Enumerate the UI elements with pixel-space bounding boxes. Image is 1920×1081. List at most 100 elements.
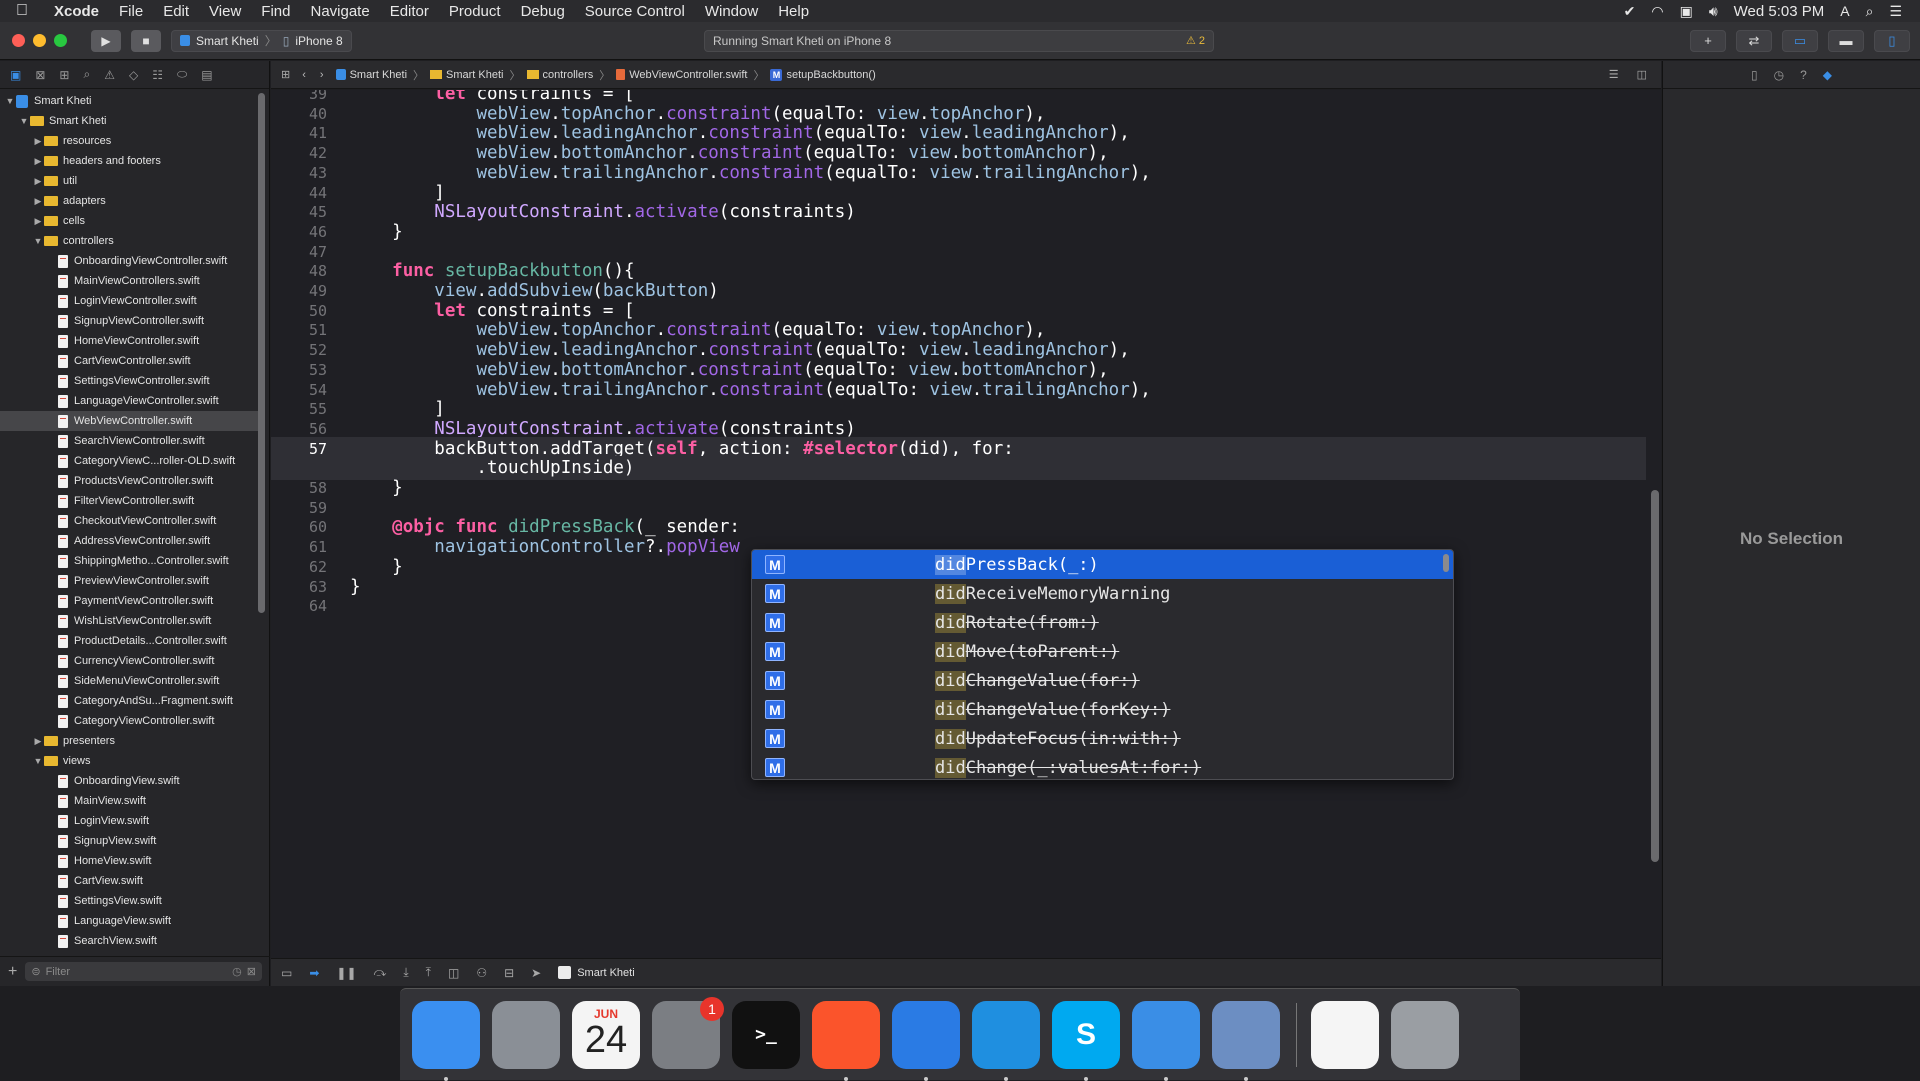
back-arrow-icon[interactable]: ‹ xyxy=(302,69,306,81)
history-inspector-icon[interactable]: ◷ xyxy=(1774,68,1784,82)
step-out-icon[interactable]: ⤒ xyxy=(426,965,431,980)
dock-app-terminal[interactable]: >_ xyxy=(732,1000,800,1069)
completion-item[interactable]: MdidPressBack(_:) xyxy=(752,550,1453,579)
wifi-icon[interactable]: ◠ xyxy=(1651,3,1663,20)
line-number[interactable]: 53 xyxy=(271,361,327,379)
code-review-button[interactable]: ⇄ xyxy=(1736,29,1772,52)
line-number[interactable]: 63 xyxy=(271,578,327,596)
quick-help-icon[interactable]: ? xyxy=(1800,68,1807,82)
dock-app-calendar[interactable]: JUN 24 xyxy=(572,1000,640,1069)
menu-navigate[interactable]: Navigate xyxy=(300,3,379,20)
line-number[interactable]: 62 xyxy=(271,558,327,576)
file-tree-item[interactable]: LoginViewController.swift xyxy=(0,291,258,311)
checkmark-icon[interactable]: ✔ xyxy=(1624,3,1636,20)
menu-file[interactable]: File xyxy=(109,3,153,20)
folder-tree-item[interactable]: ▶ adapters xyxy=(0,191,258,211)
line-number[interactable]: 49 xyxy=(271,282,327,300)
volume-icon[interactable]: 🔊︎ xyxy=(1709,3,1718,20)
disclosure-closed-icon[interactable]: ▶ xyxy=(32,136,44,147)
disclosure-open-icon[interactable]: ▼ xyxy=(4,96,16,106)
line-number[interactable]: 56 xyxy=(271,420,327,438)
line-number[interactable]: 58 xyxy=(271,479,327,497)
completion-item[interactable]: MdidRotate(from:) xyxy=(752,608,1453,637)
library-button[interactable]: + xyxy=(1690,29,1726,52)
file-tree-item[interactable]: AddressViewController.swift xyxy=(0,531,258,551)
folder-tree-item[interactable]: ▼ Smart Kheti xyxy=(0,111,258,131)
dock-app-system-preferences[interactable]: 1 xyxy=(652,996,724,1069)
stop-button[interactable]: ■ xyxy=(131,29,161,52)
file-tree-item[interactable]: SettingsViewController.swift xyxy=(0,371,258,391)
disclosure-open-icon[interactable]: ▼ xyxy=(18,116,30,126)
dock-app-simulator[interactable] xyxy=(1132,1000,1200,1081)
file-tree-item[interactable]: ProductDetails...Controller.swift xyxy=(0,631,258,651)
file-tree-item[interactable]: HomeView.swift xyxy=(0,851,258,871)
toggle-inspector-button[interactable]: ▯ xyxy=(1874,29,1910,52)
completion-item[interactable]: MdidChangeValue(forKey:) xyxy=(752,695,1453,724)
line-number[interactable]: 60 xyxy=(271,518,327,536)
file-tree-item[interactable]: OnboardingView.swift xyxy=(0,771,258,791)
related-items-icon[interactable]: ⊞ xyxy=(271,68,290,81)
line-number[interactable]: 50 xyxy=(271,302,327,320)
view-debugger-icon[interactable]: ◫ xyxy=(448,966,459,980)
file-tree-item[interactable]: MainViewControllers.swift xyxy=(0,271,258,291)
attributes-inspector-icon[interactable]: ◆ xyxy=(1823,68,1832,82)
environment-overrides-icon[interactable]: ⊟ xyxy=(504,966,514,980)
toggle-debug-area-button[interactable]: ▬ xyxy=(1828,29,1864,52)
file-tree-item[interactable]: LanguageView.swift xyxy=(0,911,258,931)
activity-view[interactable]: Running Smart Kheti on iPhone 8 ⚠ 2 xyxy=(704,29,1214,52)
file-tree-item[interactable]: CategoryViewC...roller-OLD.swift xyxy=(0,451,258,471)
menu-product[interactable]: Product xyxy=(439,3,511,20)
file-tree-item[interactable]: PreviewViewController.swift xyxy=(0,571,258,591)
menu-edit[interactable]: Edit xyxy=(153,3,199,20)
line-number[interactable]: 55 xyxy=(271,400,327,418)
file-tree-item[interactable]: SideMenuViewController.swift xyxy=(0,671,258,691)
disclosure-closed-icon[interactable]: ▶ xyxy=(32,216,44,227)
dock-app-skype[interactable]: S xyxy=(1052,1000,1120,1081)
code-completion-popup[interactable]: MdidPressBack(_:) MdidReceiveMemoryWarnin… xyxy=(751,549,1454,780)
breadcrumb-project[interactable]: Smart Kheti xyxy=(335,69,407,81)
pause-icon[interactable]: ❚❚ xyxy=(336,966,356,980)
line-number[interactable]: 61 xyxy=(271,538,327,556)
dock-app-finder[interactable] xyxy=(412,1000,480,1081)
scheme-selector[interactable]: Smart Kheti 〉 ▯ iPhone 8 xyxy=(171,29,352,52)
notification-center-icon[interactable]: ☰ xyxy=(1889,3,1902,20)
dock-app-preview[interactable] xyxy=(1212,1000,1280,1081)
split-editor-icon[interactable]: ◫ xyxy=(1637,68,1647,81)
disclosure-open-icon[interactable]: ▼ xyxy=(32,236,44,246)
memory-graph-icon[interactable]: ⚇ xyxy=(476,966,487,980)
clock[interactable]: Wed 5:03 PM xyxy=(1734,3,1825,20)
line-number[interactable]: 46 xyxy=(271,223,327,241)
file-tree-item[interactable]: CartViewController.swift xyxy=(0,351,258,371)
menu-editor[interactable]: Editor xyxy=(380,3,439,20)
hide-debug-area-icon[interactable]: ▭ xyxy=(281,966,292,980)
line-number[interactable]: 54 xyxy=(271,381,327,399)
debug-icon[interactable]: ☷ xyxy=(152,68,163,82)
editor-options-icon[interactable]: ☰ xyxy=(1609,68,1619,81)
minimize-window-button[interactable] xyxy=(33,34,46,47)
file-tree-item[interactable]: ShippingMetho...Controller.swift xyxy=(0,551,258,571)
completion-item[interactable]: MdidReceiveMemoryWarning xyxy=(752,579,1453,608)
breakpoint-icon[interactable]: ⬭ xyxy=(177,67,187,82)
disclosure-open-icon[interactable]: ▼ xyxy=(32,756,44,766)
recent-files-icon[interactable]: ◷ xyxy=(232,965,242,978)
file-tree-item[interactable]: PaymentViewController.swift xyxy=(0,591,258,611)
folder-tree-item[interactable]: ▶ resources xyxy=(0,131,258,151)
toggle-navigator-button[interactable]: ▭ xyxy=(1782,29,1818,52)
line-number[interactable]: 43 xyxy=(271,164,327,182)
dock-app-migration[interactable] xyxy=(972,1000,1040,1081)
folder-tree-item[interactable]: ▼ views xyxy=(0,751,258,771)
step-into-icon[interactable]: ⤓ xyxy=(403,965,408,980)
file-tree-item[interactable]: CartView.swift xyxy=(0,871,258,891)
file-tree-item[interactable]: SettingsView.swift xyxy=(0,891,258,911)
completion-item[interactable]: MdidChange(_:valuesAt:for:) xyxy=(752,753,1453,779)
line-number[interactable]: 57 xyxy=(271,440,327,458)
line-number[interactable]: 40 xyxy=(271,105,327,123)
file-tree-item[interactable]: ProductsViewController.swift xyxy=(0,471,258,491)
menu-xcode[interactable]: Xcode xyxy=(44,3,109,20)
line-number[interactable]: 42 xyxy=(271,144,327,162)
find-icon[interactable]: ⌕ xyxy=(83,67,90,82)
source-control-icon[interactable]: ⊠ xyxy=(35,68,45,82)
disclosure-closed-icon[interactable]: ▶ xyxy=(32,156,44,167)
menu-help[interactable]: Help xyxy=(768,3,819,20)
file-tree-item[interactable]: CurrencyViewController.swift xyxy=(0,651,258,671)
